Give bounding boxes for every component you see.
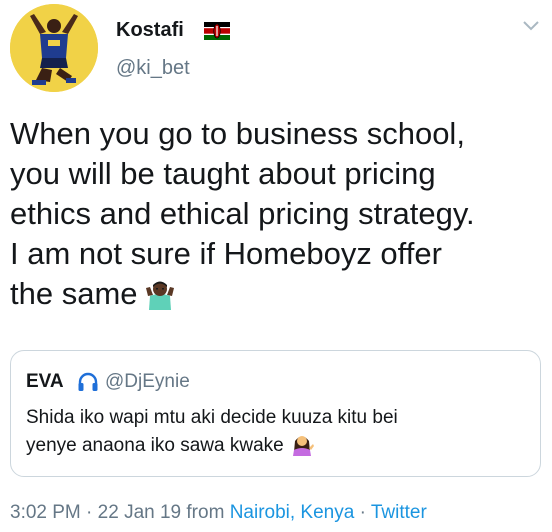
- kenya-flag-icon: [204, 22, 230, 40]
- avatar[interactable]: [10, 4, 98, 92]
- tweet-line: you will be taught about pricing: [10, 156, 436, 191]
- display-name[interactable]: Kostafi: [116, 18, 184, 42]
- quoted-tweet[interactable]: EVA @DjEynie Shida iko wapi mtu aki deci…: [10, 350, 541, 477]
- man-shrugging-emoji: [145, 281, 174, 310]
- tweet-time[interactable]: 3:02 PM: [10, 502, 81, 523]
- quoted-line: Shida iko wapi mtu aki decide kuuza kitu…: [26, 407, 398, 428]
- meta-separator: ·: [86, 502, 93, 523]
- woman-tipping-hand-emoji: [292, 436, 314, 456]
- tweet-line: ethics and ethical pricing strategy.: [10, 196, 475, 231]
- tweet-line: When you go to business school,: [10, 116, 465, 151]
- author-handle[interactable]: @ki_bet: [116, 56, 190, 80]
- location-link[interactable]: Nairobi, Kenya: [230, 502, 355, 523]
- tweet-line-last: the same: [10, 274, 546, 314]
- avatar-footballer-icon: [10, 4, 98, 92]
- meta-from: from: [186, 502, 225, 523]
- tweet-card: Kostafi @ki_bet When you go to business …: [0, 0, 552, 532]
- chevron-down-icon[interactable]: [521, 18, 541, 34]
- quoted-text: Shida iko wapi mtu aki decide kuuza kitu…: [26, 404, 526, 460]
- tweet-date[interactable]: 22 Jan 19: [98, 502, 181, 523]
- tweet-line: I am not sure if Homeboyz offer: [10, 236, 442, 271]
- quoted-line: yenye anaona iko sawa kwake: [26, 435, 284, 456]
- tweet-meta: 3:02 PM · 22 Jan 19 from Nairobi, Kenya …: [10, 502, 427, 524]
- quoted-line-last: yenye anaona iko sawa kwake: [26, 432, 526, 460]
- tweet-line: the same: [10, 276, 138, 311]
- headphones-icon: [78, 372, 98, 391]
- source-link[interactable]: Twitter: [371, 502, 427, 523]
- tweet-text: When you go to business school, you will…: [10, 114, 546, 314]
- meta-separator: ·: [359, 502, 366, 523]
- quoted-display-name: EVA: [26, 371, 64, 392]
- quoted-handle: @DjEynie: [105, 371, 190, 392]
